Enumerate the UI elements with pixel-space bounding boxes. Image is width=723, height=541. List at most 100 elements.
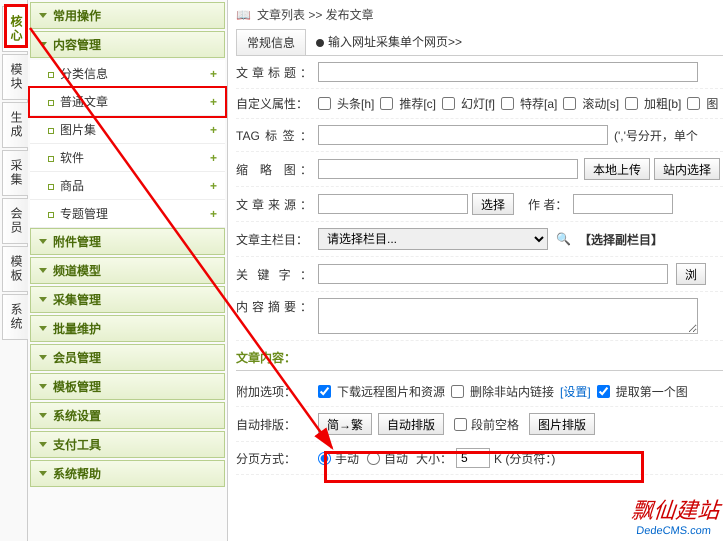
label-thumb: 缩 略 图：	[236, 161, 318, 178]
bullet-icon	[48, 72, 54, 78]
chk-recommend[interactable]	[380, 97, 393, 110]
btn-site-select[interactable]: 站内选择	[654, 158, 720, 180]
nav-help[interactable]: 系统帮助	[30, 460, 225, 487]
chevron-down-icon	[39, 471, 47, 476]
plus-icon: +	[210, 207, 217, 221]
chevron-down-icon	[39, 42, 47, 47]
nav-system-set[interactable]: 系统设置	[30, 402, 225, 429]
crumb-current: 发布文章	[326, 6, 374, 23]
tab-system[interactable]: 系统	[2, 294, 30, 340]
search-icon[interactable]: 🔍	[556, 232, 571, 246]
chk-del-external[interactable]	[451, 385, 464, 398]
chk-indent[interactable]	[454, 418, 467, 431]
input-keyword[interactable]	[318, 264, 668, 284]
chk-special[interactable]	[501, 97, 514, 110]
bullet-icon	[48, 212, 54, 218]
chevron-down-icon	[39, 13, 47, 18]
nav-collect-mgmt[interactable]: 采集管理	[30, 286, 225, 313]
label-column: 文章主栏目：	[236, 231, 318, 248]
tag-hint: (','号分开，单个	[614, 127, 698, 144]
chevron-down-icon	[39, 355, 47, 360]
input-author[interactable]	[573, 194, 673, 214]
tab-template[interactable]: 模板	[2, 246, 30, 292]
chk-scroll[interactable]	[563, 97, 576, 110]
plus-icon: +	[210, 179, 217, 193]
bullet-icon	[48, 100, 54, 106]
input-thumb[interactable]	[318, 159, 578, 179]
chk-download-remote[interactable]	[318, 385, 331, 398]
label-tag: TAG标签：	[236, 127, 318, 144]
label-author: 作 者：	[528, 196, 567, 213]
chk-slide[interactable]	[442, 97, 455, 110]
bullet-icon	[48, 156, 54, 162]
btn-pic-layout[interactable]: 图片排版	[529, 413, 595, 435]
btn-simp-trad[interactable]: 简→繁	[318, 413, 372, 435]
chevron-down-icon	[39, 413, 47, 418]
chevron-down-icon	[39, 297, 47, 302]
label-layout: 自动排版：	[236, 416, 318, 433]
nav-payment[interactable]: 支付工具	[30, 431, 225, 458]
plus-icon: +	[210, 95, 217, 109]
attr-checks: 头条[h] 推荐[c] 幻灯[f] 特荐[a] 滚动[s] 加粗[b] 图	[318, 95, 718, 112]
tab-url-collect[interactable]: 输入网址采集单个网页>>	[310, 29, 468, 55]
plus-icon: +	[210, 151, 217, 165]
chevron-down-icon	[39, 268, 47, 273]
tab-collect[interactable]: 采集	[2, 150, 30, 196]
nav-article[interactable]: 普通文章+	[30, 88, 225, 116]
sidebar: 常用操作 内容管理 分类信息+ 普通文章+ 图片集+ 软件+ 商品+ 专题管理+…	[28, 0, 228, 541]
input-tag[interactable]	[318, 125, 608, 145]
tab-module[interactable]: 模块	[2, 54, 30, 100]
nav-common-ops[interactable]: 常用操作	[30, 2, 225, 29]
tab-generate[interactable]: 生成	[2, 102, 30, 148]
nav-goods[interactable]: 商品+	[30, 172, 225, 200]
link-setting[interactable]: [设置]	[560, 383, 591, 400]
btn-source-select[interactable]: 选择	[472, 193, 514, 215]
btn-local-upload[interactable]: 本地上传	[584, 158, 650, 180]
sub-column-link[interactable]: 【选择副栏目】	[579, 231, 663, 248]
nav-content-mgmt[interactable]: 内容管理	[30, 31, 225, 58]
nav-category-info[interactable]: 分类信息+	[30, 60, 225, 88]
btn-auto-layout[interactable]: 自动排版	[378, 413, 444, 435]
input-source[interactable]	[318, 194, 468, 214]
nav-template-mgmt[interactable]: 模板管理	[30, 373, 225, 400]
chevron-down-icon	[39, 442, 47, 447]
content-section-title: 文章内容：	[236, 341, 723, 371]
tab-general[interactable]: 常规信息	[236, 29, 306, 55]
select-column[interactable]: 请选择栏目...	[318, 228, 548, 250]
nav-gallery[interactable]: 图片集+	[30, 116, 225, 144]
left-tabs: 核心 模块 生成 采集 会员 模板 系统	[0, 0, 28, 541]
chevron-down-icon	[39, 239, 47, 244]
tab-member[interactable]: 会员	[2, 198, 30, 244]
btn-keyword-browse[interactable]: 浏	[676, 263, 706, 285]
input-title[interactable]	[318, 62, 698, 82]
nav-attachment[interactable]: 附件管理	[30, 228, 225, 255]
dot-icon	[316, 39, 324, 47]
label-attr: 自定义属性：	[236, 95, 318, 112]
chevron-down-icon	[39, 326, 47, 331]
nav-software[interactable]: 软件+	[30, 144, 225, 172]
label-addon: 附加选项：	[236, 383, 318, 400]
nav-channel[interactable]: 频道模型	[30, 257, 225, 284]
bullet-icon	[48, 184, 54, 190]
main-tabs: 常规信息 输入网址采集单个网页>>	[236, 29, 723, 56]
plus-icon: +	[210, 123, 217, 137]
textarea-summary[interactable]	[318, 298, 698, 334]
nav-batch[interactable]: 批量维护	[30, 315, 225, 342]
chk-extract-first-img[interactable]	[597, 385, 610, 398]
label-source: 文章来源：	[236, 196, 318, 213]
chk-bold[interactable]	[625, 97, 638, 110]
chk-headline[interactable]	[318, 97, 331, 110]
nav-member-mgmt[interactable]: 会员管理	[30, 344, 225, 371]
label-summary: 内容摘要：	[236, 298, 318, 315]
breadcrumb: 📖 文章列表 >> 发布文章	[236, 6, 723, 23]
annotation-box-tab	[4, 4, 28, 48]
annotation-box-layout	[324, 451, 644, 483]
label-keyword: 关键字：	[236, 266, 318, 283]
label-title: 文章标题：	[236, 64, 318, 81]
plus-icon: +	[210, 67, 217, 81]
chevron-down-icon	[39, 384, 47, 389]
nav-topic[interactable]: 专题管理+	[30, 200, 225, 228]
chk-image[interactable]	[687, 97, 700, 110]
crumb-list[interactable]: 文章列表	[257, 6, 305, 23]
watermark: 飘仙建站 DedeCMS.com	[629, 493, 721, 537]
